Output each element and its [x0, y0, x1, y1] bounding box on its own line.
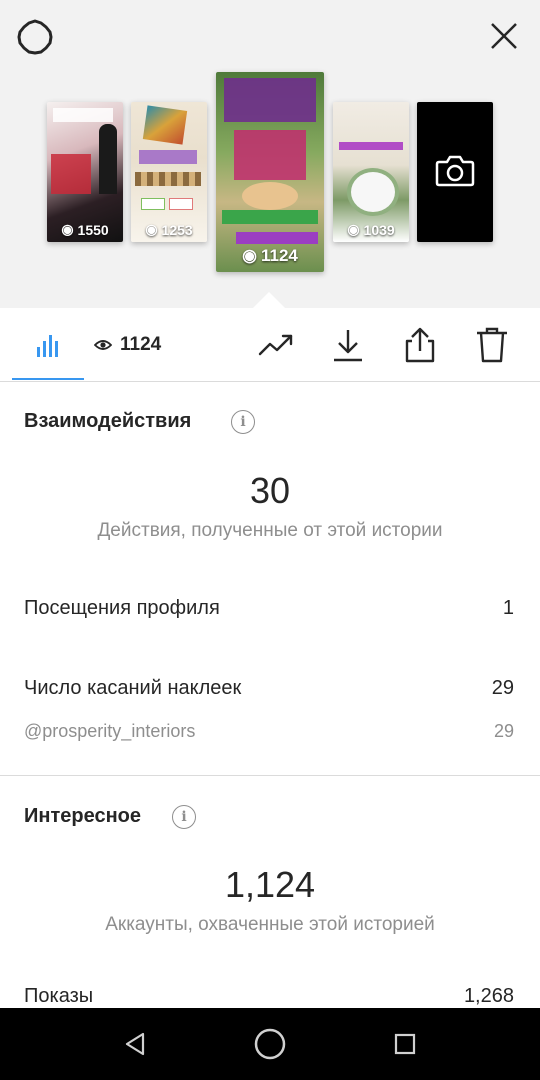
- eye-icon: ◉: [347, 221, 360, 237]
- download-icon: [334, 330, 362, 362]
- selection-pointer: [252, 292, 286, 309]
- recents-icon: [394, 1033, 416, 1055]
- eye-icon: ◉: [145, 221, 158, 237]
- active-tab-indicator: [12, 378, 84, 380]
- share-icon: [405, 327, 435, 363]
- story-view-count: ◉ 1039: [347, 221, 395, 238]
- eye-icon: ◉: [242, 246, 257, 265]
- profile-visits-value: 1: [502, 597, 514, 619]
- recents-button[interactable]: [380, 1008, 430, 1080]
- reach-total: 1,124: [224, 864, 316, 905]
- sticker-taps-value: 29: [491, 677, 514, 699]
- stories-carousel: ◉ 1550 ◉ 1253 ◉ 1124 ◉ 1039: [0, 0, 540, 308]
- trending-icon: [258, 334, 293, 356]
- bar-chart-icon: [37, 335, 58, 357]
- reach-caption: Аккаунты, охваченные этой историей: [105, 914, 435, 935]
- info-icon[interactable]: i: [172, 805, 196, 829]
- story-toolbar: 1124: [0, 308, 540, 382]
- story-thumb-2[interactable]: ◉ 1253: [131, 102, 207, 242]
- interactions-title: Взаимодействия: [24, 410, 192, 432]
- story-thumb-add[interactable]: [417, 102, 493, 242]
- story-thumb-selected[interactable]: ◉ 1124: [216, 72, 324, 272]
- mention-sticker-label[interactable]: @prosperity_interiors: [24, 721, 195, 742]
- info-icon[interactable]: i: [231, 410, 255, 434]
- download-button[interactable]: [326, 308, 370, 382]
- back-button[interactable]: [110, 1008, 160, 1080]
- story-view-count: ◉ 1550: [61, 221, 109, 238]
- trash-icon: [477, 327, 507, 363]
- camera-icon: [435, 152, 475, 188]
- profile-visits-label: Посещения профиля: [24, 597, 220, 619]
- home-button[interactable]: [245, 1008, 295, 1080]
- back-icon: [125, 1032, 145, 1056]
- viewers-count: 1124: [120, 334, 162, 355]
- viewers-tab[interactable]: 1124: [94, 308, 174, 382]
- promote-button[interactable]: [254, 308, 298, 382]
- story-thumb-4[interactable]: ◉ 1039: [333, 102, 409, 242]
- system-nav-bar: [0, 1008, 540, 1080]
- stories-header: ◉ 1550 ◉ 1253 ◉ 1124 ◉ 1039: [0, 0, 540, 309]
- eye-icon: ◉: [61, 221, 74, 237]
- insights-tab[interactable]: [20, 308, 76, 382]
- interactions-caption: Действия, полученные от этой истории: [97, 520, 443, 541]
- impressions-value: 1,268: [463, 985, 514, 1007]
- delete-button[interactable]: [470, 308, 514, 382]
- impressions-label: Показы: [24, 985, 94, 1007]
- mention-sticker-value: 29: [493, 721, 514, 741]
- home-icon: [254, 1028, 286, 1060]
- sticker-taps-label: Число касаний наклеек: [24, 677, 242, 699]
- eye-icon: [94, 340, 112, 350]
- story-view-count: ◉ 1124: [242, 246, 298, 265]
- story-thumb-1[interactable]: ◉ 1550: [47, 102, 123, 242]
- section-divider: [0, 775, 540, 776]
- story-view-count: ◉ 1253: [145, 221, 193, 238]
- share-button[interactable]: [398, 308, 442, 382]
- discovery-title: Интересное: [24, 805, 141, 827]
- interactions-total: 30: [249, 470, 291, 511]
